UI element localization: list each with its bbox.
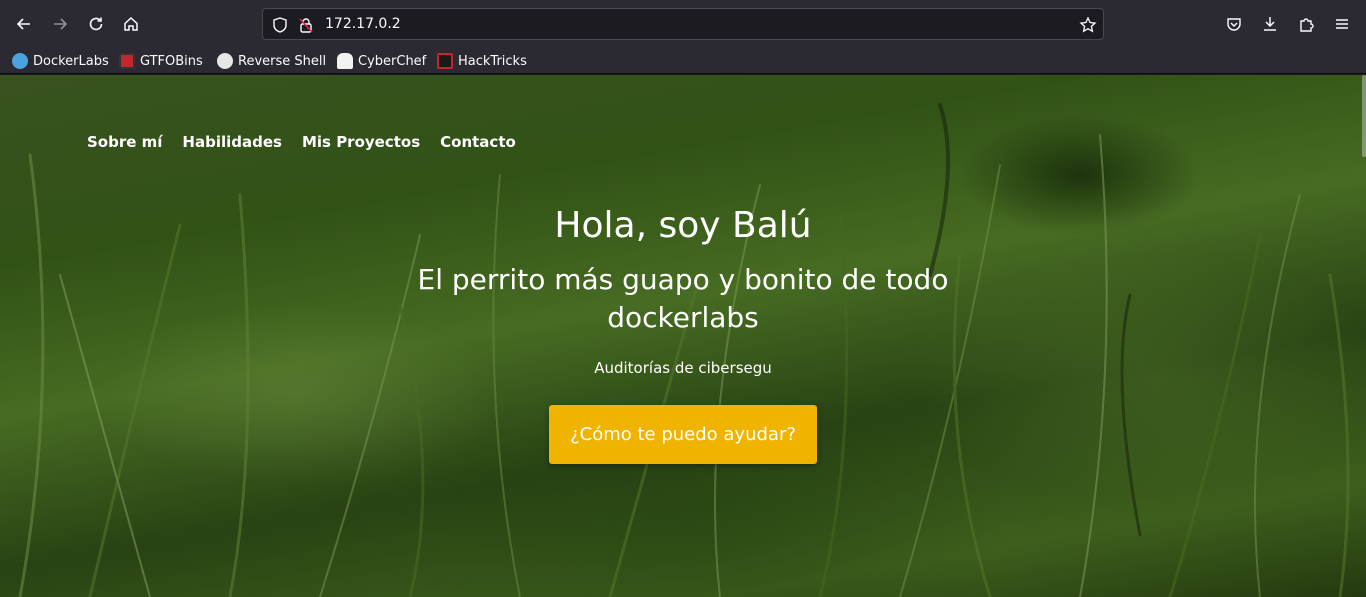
nav-link-contacto[interactable]: Contacto [440,133,516,151]
page-scrollbar[interactable] [1362,75,1366,597]
chef-hat-icon [337,53,353,69]
downloads-button[interactable] [1256,10,1284,38]
nav-link-sobre-mi[interactable]: Sobre mí [87,133,162,151]
extensions-button[interactable] [1292,10,1320,38]
skull-icon [217,53,233,69]
pocket-button[interactable] [1220,10,1248,38]
hero-tagline: Auditorías de cibersegu [594,359,772,377]
home-button[interactable] [117,10,145,38]
bookmark-dockerlabs[interactable]: DockerLabs [12,51,109,71]
bookmark-gtfobins[interactable]: GTFOBins [119,51,203,71]
bookmarks-toolbar: DockerLabs GTFOBins Reverse Shell CyberC… [0,47,1366,74]
back-button[interactable] [10,10,38,38]
menu-button[interactable] [1328,10,1356,38]
nav-link-habilidades[interactable]: Habilidades [182,133,282,151]
hacktricks-icon [437,53,453,69]
reload-icon [89,17,103,31]
hamburger-menu-icon [1336,19,1348,29]
browser-toolbar: 172.17.0.2 [0,0,1366,47]
dockerlabs-icon [12,53,28,69]
download-icon [1264,17,1276,31]
insecure-lock-icon[interactable] [297,16,315,34]
hero-title: Hola, soy Balú [554,205,812,246]
shield-icon[interactable] [271,16,289,34]
home-icon [124,16,138,31]
reload-button[interactable] [82,10,110,38]
nav-link-mis-proyectos[interactable]: Mis Proyectos [302,133,420,151]
bookmark-star-icon[interactable] [1079,16,1097,34]
back-arrow-icon [16,18,30,30]
cta-button[interactable]: ¿Cómo te puedo ayudar? [549,405,817,464]
bookmark-hacktricks[interactable]: HackTricks [437,51,527,71]
pocket-icon [1227,18,1241,31]
page-viewport: Sobre mí Habilidades Mis Proyectos Conta… [0,75,1366,597]
bookmark-reverse-shell[interactable]: Reverse Shell [217,51,326,71]
puzzle-icon [1300,18,1314,32]
url-text[interactable]: 172.17.0.2 [325,16,401,32]
forward-arrow-icon [54,18,68,30]
scrollbar-thumb[interactable] [1362,75,1366,157]
main-nav: Sobre mí Habilidades Mis Proyectos Conta… [87,133,516,151]
gtfobins-icon [119,53,135,69]
hero-subtitle: El perrito más guapo y bonito de todo do… [417,263,949,334]
url-bar[interactable]: 172.17.0.2 [262,8,1104,40]
forward-button[interactable] [46,10,74,38]
bookmark-cyberchef[interactable]: CyberChef [337,51,426,71]
